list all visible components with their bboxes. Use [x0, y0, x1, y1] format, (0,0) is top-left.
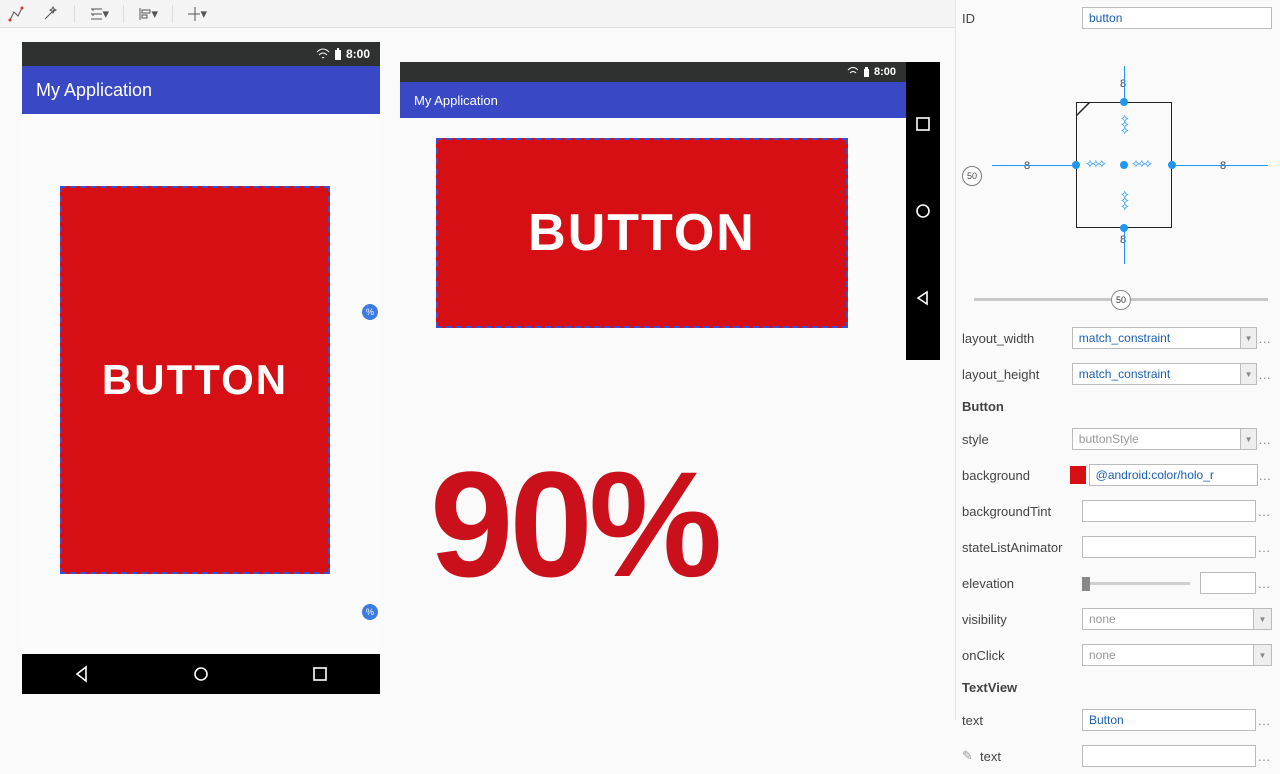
dropdown-icon[interactable]: ▼ [1254, 644, 1272, 666]
status-time: 8:00 [346, 47, 370, 61]
elevation-slider[interactable] [1082, 582, 1190, 585]
button-text: BUTTON [102, 356, 288, 404]
constraint-diagram[interactable]: 50 8 8 8 8 ⟡⟡⟡ ⟡⟡⟡ ⟡⟡⟡ ⟡⟡⟡ 50 [956, 36, 1280, 266]
more-icon[interactable]: … [1257, 367, 1272, 382]
prop-label-id: ID [962, 11, 1082, 26]
android-nav-bar [22, 654, 380, 694]
more-icon[interactable]: … [1258, 468, 1272, 483]
spring-icon: ⟡⟡⟡ [1117, 115, 1132, 133]
prop-layout-height: layout_height ▼ … [956, 356, 1280, 392]
android-nav-bar [906, 62, 940, 360]
app-bar: My Application [400, 82, 906, 118]
guide-marker-icon[interactable]: % [362, 304, 378, 320]
app-body: BUTTON [400, 118, 906, 360]
prop-onclick: onClick ▼ [956, 637, 1280, 673]
paint-icon: ✎ [962, 748, 976, 764]
app-title: My Application [414, 93, 498, 108]
prop-text-styled: ✎ text … [956, 738, 1280, 774]
status-time: 8:00 [874, 66, 896, 78]
back-icon[interactable] [915, 290, 931, 306]
more-icon[interactable]: … [1256, 576, 1272, 591]
dropdown-icon[interactable]: ▼ [1241, 428, 1258, 450]
backgroundtint-input[interactable] [1082, 500, 1256, 522]
device-preview-landscape[interactable]: 8:00 My Application BUTTON [400, 62, 940, 360]
constraint-tool-icon[interactable] [6, 4, 26, 24]
app-bar: My Application [22, 66, 380, 114]
elevation-input[interactable] [1200, 572, 1256, 594]
id-input[interactable] [1082, 7, 1272, 29]
status-bar: 8:00 [22, 42, 380, 66]
spring-icon: ⟡⟡⟡ [1086, 156, 1104, 171]
properties-panel: ID 50 8 8 8 8 ⟡⟡⟡ ⟡⟡⟡ ⟡⟡⟡ ⟡⟡⟡ 50 layout_ [955, 0, 1280, 720]
style-input[interactable] [1072, 428, 1241, 450]
more-icon[interactable]: … [1256, 504, 1272, 519]
status-bar: 8:00 [400, 62, 906, 82]
home-icon[interactable] [915, 203, 931, 219]
prop-background: background … [956, 457, 1280, 493]
more-icon[interactable]: … [1256, 749, 1272, 764]
section-button: Button [956, 392, 1280, 421]
spring-icon: ⟡⟡⟡ [1117, 191, 1132, 209]
prop-layout-width: layout_width ▼ … [956, 320, 1280, 356]
dropdown-icon[interactable]: ▼ [1254, 608, 1272, 630]
recents-icon[interactable] [915, 116, 931, 132]
bias-slider[interactable]: 50 [974, 298, 1268, 301]
bias-thumb[interactable]: 50 [1111, 290, 1131, 310]
dropdown-icon[interactable]: ▼ [1241, 327, 1258, 349]
design-canvas: 8:00 My Application BUTTON % % 8:00 [0, 28, 955, 720]
dimensions-icon[interactable]: ▾ [89, 4, 109, 24]
prop-style: style ▼ … [956, 421, 1280, 457]
guides-icon[interactable]: ▾ [187, 4, 207, 24]
more-icon[interactable]: … [1256, 713, 1272, 728]
ruler-badge[interactable]: 50 [962, 166, 982, 186]
onclick-input[interactable] [1082, 644, 1254, 666]
section-textview: TextView [956, 673, 1280, 702]
back-icon[interactable] [73, 665, 91, 683]
app-body: BUTTON % % [22, 114, 380, 654]
prop-text: text … [956, 702, 1280, 738]
margin-left[interactable]: 8 [1024, 160, 1030, 172]
prop-backgroundtint: backgroundTint … [956, 493, 1280, 529]
button-widget[interactable]: BUTTON [436, 138, 848, 328]
layout-width-input[interactable] [1072, 327, 1241, 349]
text-input[interactable] [1082, 709, 1256, 731]
app-title: My Application [36, 80, 152, 101]
button-text: BUTTON [528, 203, 756, 263]
align-icon[interactable]: ▾ [138, 4, 158, 24]
wifi-icon [847, 67, 859, 77]
battery-icon [334, 48, 342, 60]
guide-marker-icon[interactable]: % [362, 604, 378, 620]
margin-right[interactable]: 8 [1220, 160, 1226, 172]
battery-icon [863, 67, 870, 77]
home-icon[interactable] [192, 665, 210, 683]
more-icon[interactable]: … [1257, 432, 1272, 447]
wifi-icon [316, 48, 330, 60]
recents-icon[interactable] [311, 665, 329, 683]
prop-statelistanimator: stateListAnimator … [956, 529, 1280, 565]
color-swatch[interactable] [1070, 466, 1086, 484]
overlay-percent: 90% [430, 438, 718, 611]
dropdown-icon[interactable]: ▼ [1241, 363, 1258, 385]
spring-icon: ⟡⟡⟡ [1132, 156, 1150, 171]
button-widget[interactable]: BUTTON [60, 186, 330, 574]
visibility-input[interactable] [1082, 608, 1254, 630]
background-input[interactable] [1089, 464, 1258, 486]
device-preview-portrait[interactable]: 8:00 My Application BUTTON % % [22, 42, 380, 694]
more-icon[interactable]: … [1257, 331, 1272, 346]
statelistanimator-input[interactable] [1082, 536, 1256, 558]
text2-input[interactable] [1082, 745, 1256, 767]
more-icon[interactable]: … [1256, 540, 1272, 555]
magic-wand-icon[interactable] [40, 4, 60, 24]
prop-id: ID [956, 0, 1280, 36]
layout-height-input[interactable] [1072, 363, 1241, 385]
prop-visibility: visibility ▼ [956, 601, 1280, 637]
prop-elevation: elevation … [956, 565, 1280, 601]
